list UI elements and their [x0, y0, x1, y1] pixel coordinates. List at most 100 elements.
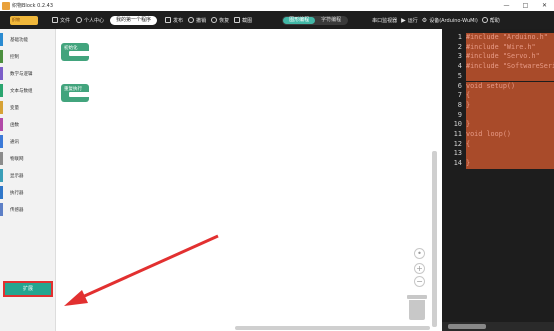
graphic-mode-tab[interactable]: 图形编程 [283, 16, 316, 24]
code-text: } [466, 159, 554, 169]
category-color-bar [0, 135, 3, 148]
mode-toggle: 图形编程 字符编程 [282, 15, 349, 25]
category-color-bar [0, 101, 3, 114]
help-button[interactable]: 帮助 [481, 11, 500, 29]
code-text: #include "Servo.h" [466, 52, 554, 63]
zoom-reset-button[interactable]: • [414, 248, 425, 259]
category-label: 物联网 [10, 156, 24, 162]
category-label: 通讯 [10, 139, 19, 145]
code-preview-panel[interactable]: 1 #include "Arduino.h" 2 #include "Wire.h"… [442, 29, 554, 331]
category-color-bar [0, 186, 3, 199]
code-line: 1 #include "Arduino.h" [442, 33, 554, 43]
line-number: 4 [457, 62, 462, 71]
window-controls: — □ ✕ [497, 0, 554, 11]
category-color-bar [0, 84, 3, 97]
file-label: 文件 [60, 17, 71, 24]
file-menu[interactable]: 文件 [52, 11, 70, 29]
code-line: 14} [442, 159, 554, 169]
workspace-vertical-scrollbar[interactable] [432, 151, 437, 327]
personal-center-button[interactable]: 个人中心 [76, 11, 104, 29]
block-workspace[interactable]: 初始化 重复执行 • + − [57, 29, 442, 331]
user-icon [76, 17, 83, 23]
category-color-bar [0, 118, 3, 131]
code-mode-tab[interactable]: 字符编程 [315, 17, 347, 24]
line-number: 9 [457, 110, 462, 119]
extension-button[interactable]: 扩展 [3, 281, 53, 297]
setup-block[interactable]: 初始化 [61, 43, 89, 61]
category-label: 执行器 [10, 190, 24, 196]
code-text: void loop() [466, 130, 554, 140]
serial-monitor-label: 串口监视器 [372, 17, 398, 24]
category-communication[interactable]: 通讯 [0, 133, 56, 150]
category-control[interactable]: 控制 [0, 48, 56, 65]
category-color-bar [0, 33, 3, 46]
maximize-button[interactable]: □ [516, 0, 535, 11]
code-text: #include "SoftwareSerial.h" [466, 62, 554, 72]
serial-monitor-button[interactable]: 串口监视器 [372, 11, 397, 29]
line-number: 7 [457, 91, 462, 100]
code-text: } [466, 120, 554, 130]
category-label: 显示器 [10, 173, 24, 179]
redo-button[interactable]: 恢复 [211, 11, 229, 29]
line-number: 12 [453, 139, 462, 148]
category-math-logic[interactable]: 数学与逻辑 [0, 65, 56, 82]
category-color-bar [0, 50, 3, 63]
brand-logo: 织物 [10, 15, 38, 25]
code-line: 2 #include "Wire.h" [442, 42, 554, 53]
block-slot [69, 92, 89, 97]
code-text: } [466, 100, 554, 111]
project-name-field[interactable]: 我的第一个程序 [110, 15, 158, 25]
play-icon: ▶ [401, 16, 406, 24]
window-title: 织物Block 0.2.43 [12, 3, 54, 9]
line-number: 8 [457, 100, 462, 109]
trash-icon[interactable] [407, 295, 427, 320]
category-label: 传感器 [10, 207, 24, 213]
code-line: 11 void loop() [442, 130, 554, 140]
screenshot-button[interactable]: 截图 [234, 11, 252, 29]
undo-button[interactable]: 撤销 [188, 11, 206, 29]
redo-icon [211, 17, 218, 23]
line-number: 5 [457, 71, 462, 80]
code-text [466, 71, 554, 82]
folder-icon [52, 17, 58, 23]
category-actuators[interactable]: 执行器 [0, 184, 56, 201]
line-number: 3 [457, 52, 462, 61]
code-line: 9 [442, 110, 554, 121]
category-basic[interactable]: 基础功能 [0, 31, 56, 48]
block-slot [69, 51, 89, 56]
title-bar: 织物Block 0.2.43 — □ ✕ [0, 0, 554, 11]
category-label: 文本与数组 [10, 88, 33, 94]
category-sensors[interactable]: 传感器 [0, 201, 56, 218]
line-number: 11 [453, 130, 462, 138]
workspace-horizontal-scrollbar[interactable] [235, 326, 430, 330]
code-line: 13 [442, 149, 554, 160]
run-button[interactable]: ▶ 运行 [401, 11, 418, 29]
code-line: 8} [442, 100, 554, 111]
line-number: 13 [453, 149, 462, 158]
undo-label: 撤销 [196, 17, 207, 24]
category-display[interactable]: 显示器 [0, 167, 56, 184]
loop-block[interactable]: 重复执行 [61, 84, 89, 102]
category-text-array[interactable]: 文本与数组 [0, 82, 56, 99]
code-text [466, 149, 554, 160]
help-label: 帮助 [489, 17, 500, 24]
code-text: #include "Arduino.h" [466, 33, 554, 43]
publish-icon [165, 17, 172, 23]
close-button[interactable]: ✕ [535, 0, 554, 11]
publish-button[interactable]: 发布 [165, 11, 183, 29]
zoom-in-button[interactable]: + [414, 263, 425, 274]
code-horizontal-scrollbar[interactable] [448, 324, 486, 329]
trash-body [409, 300, 425, 320]
device-button[interactable]: ⚙ 设备(Arduino-WuMi) [422, 11, 478, 29]
code-line: 3 #include "Servo.h" [442, 52, 554, 63]
category-iot[interactable]: 物联网 [0, 150, 56, 167]
minimize-button[interactable]: — [497, 0, 516, 11]
category-variables[interactable]: 变量 [0, 99, 56, 116]
category-functions[interactable]: 函数 [0, 116, 56, 133]
personal-center-label: 个人中心 [84, 17, 105, 24]
code-text: { [466, 91, 554, 101]
gear-icon: ⚙ [421, 16, 428, 24]
zoom-out-button[interactable]: − [414, 276, 425, 287]
code-line: 7{ [442, 91, 554, 101]
trash-lid [407, 295, 427, 299]
